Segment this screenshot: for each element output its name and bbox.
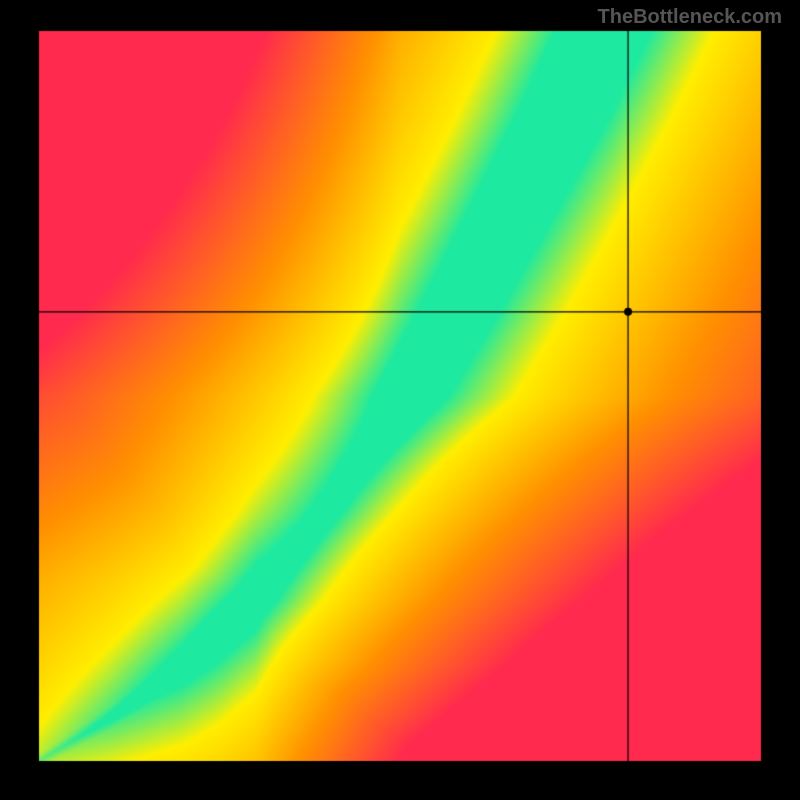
watermark-label: TheBottleneck.com — [598, 6, 782, 29]
chart-container: TheBottleneck.com — [0, 0, 800, 800]
bottleneck-heatmap — [0, 0, 800, 800]
